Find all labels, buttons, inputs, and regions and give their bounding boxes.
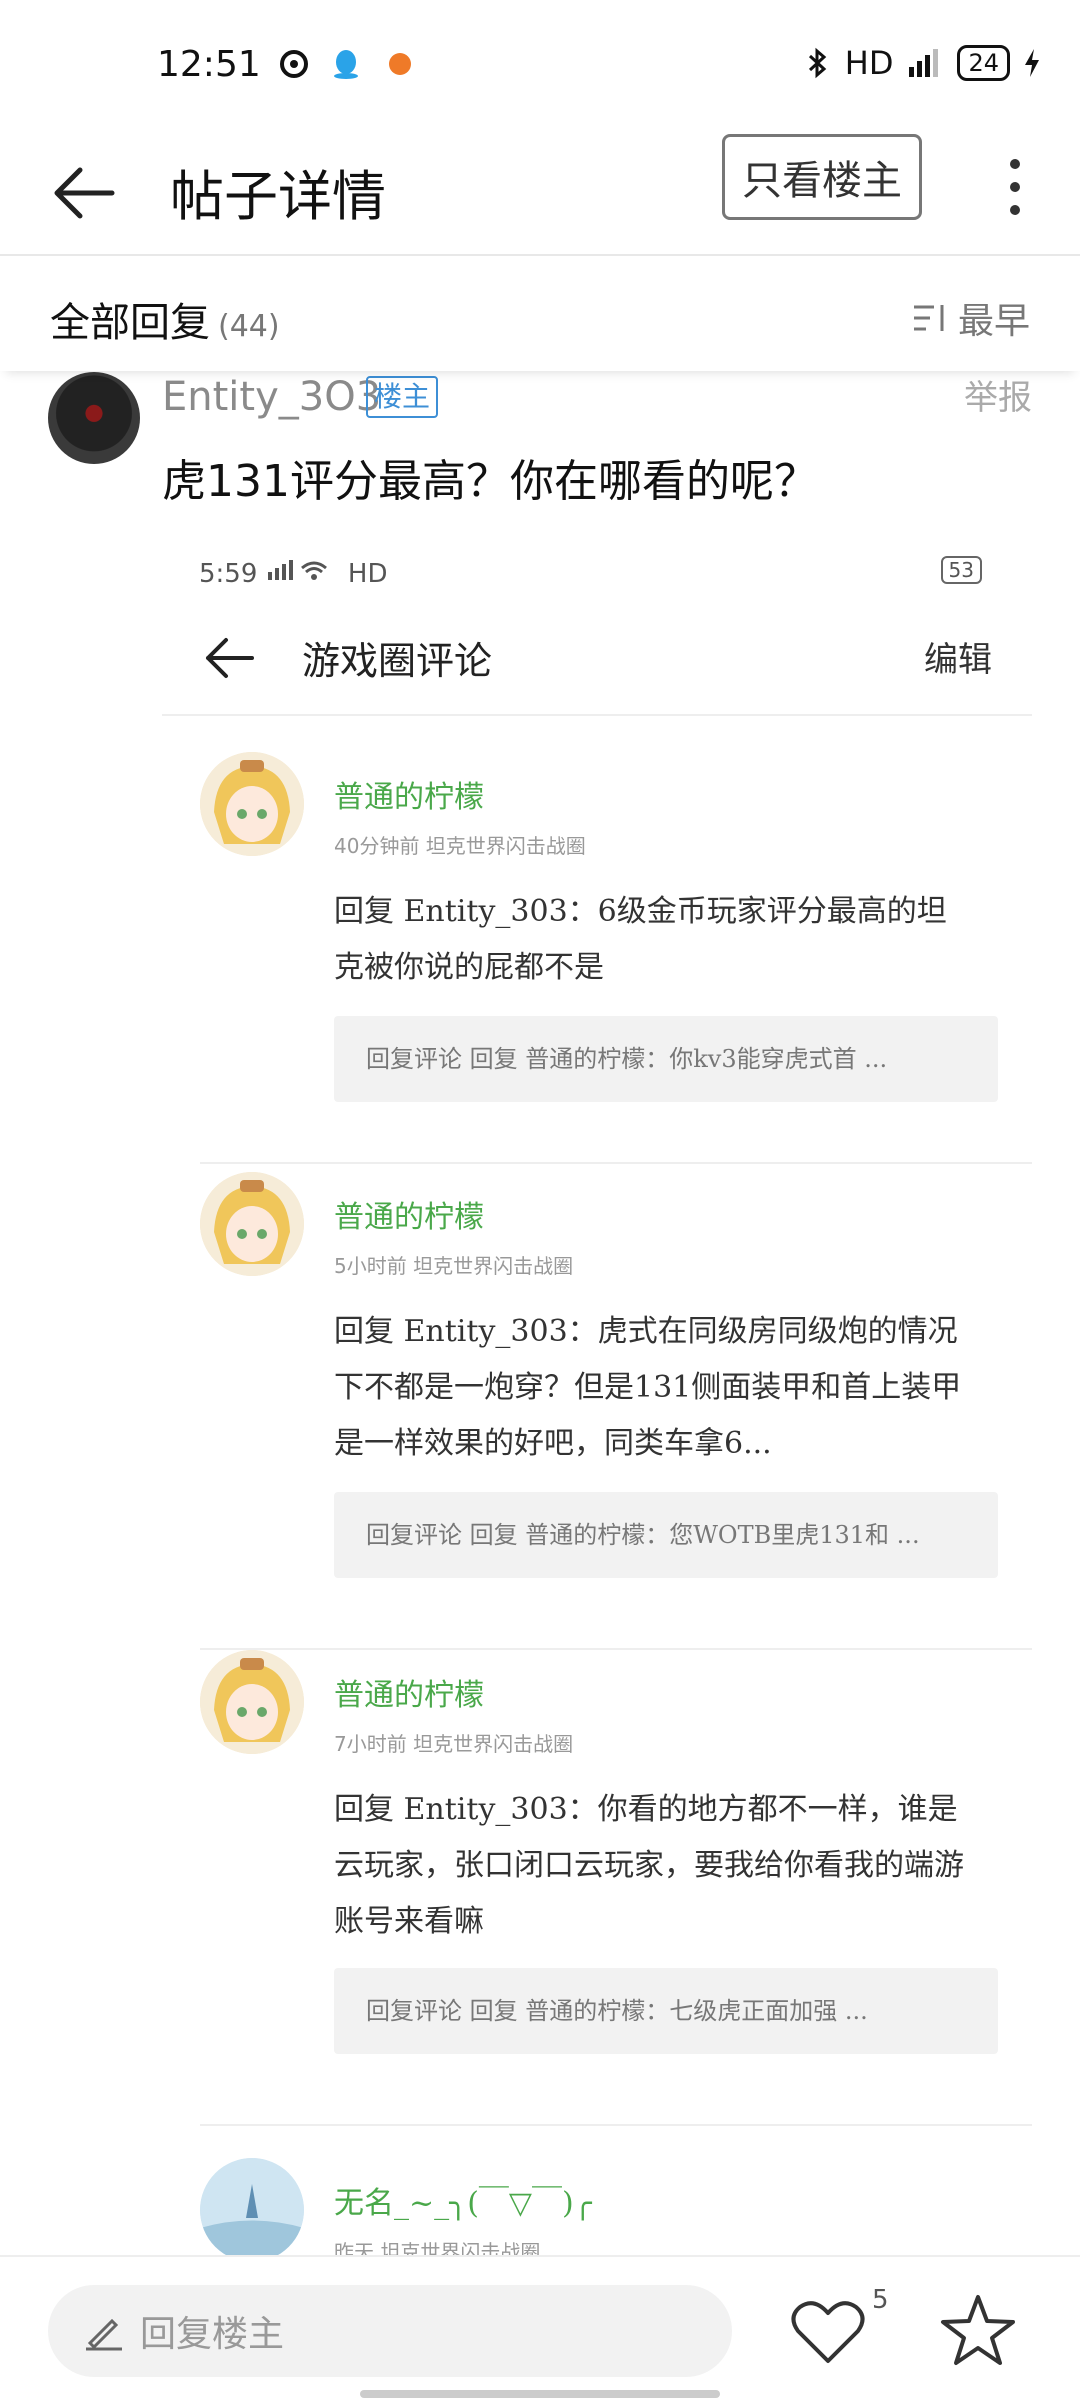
embedded-back-arrow-icon	[206, 638, 254, 678]
comment-text: 回复 Entity_303：虎式在同级房同级炮的情况下不都是一炮穿？但是131侧…	[334, 1314, 962, 1461]
anime-avatar-icon	[200, 752, 304, 856]
comment-item: 普通的柠檬 40分钟前 坦克世界闪击战圈 回复 Entity_303：6级金币玩…	[200, 752, 1032, 1172]
comment-divider	[200, 1162, 1032, 1164]
bottom-bar: 回复楼主 5	[0, 2255, 1080, 2402]
status-time: 12:51	[157, 44, 261, 85]
orange-app-icon	[389, 53, 411, 75]
embedded-battery: 53	[940, 556, 982, 584]
reply-header: 全部回复 (44) 最早	[0, 256, 1080, 371]
sort-label: 最早	[957, 301, 1030, 342]
status-bar: 12:51 HD 24	[0, 0, 1080, 130]
star-icon[interactable]	[940, 2293, 1016, 2369]
comment-reply-preview: 回复评论 回复 普通的柠檬：您WOTB里虎131和 ...	[334, 1492, 998, 1578]
page-title: 帖子详情	[170, 165, 386, 228]
reply-placeholder: 回复楼主	[140, 2314, 285, 2355]
app-notification-icon	[280, 50, 308, 78]
comment-author: 普通的柠檬	[334, 1200, 484, 1235]
like-count: 5	[872, 2285, 889, 2315]
status-indicators: HD 24	[801, 44, 1042, 82]
comment-meta: 5小时前 坦克世界闪击战圈	[334, 1254, 574, 1278]
pencil-icon	[86, 2318, 122, 2351]
signal-icon	[909, 49, 939, 77]
comment-meta: 7小时前 坦克世界闪击战圈	[334, 1732, 574, 1756]
comment-meta: 40分钟前 坦克世界闪击战圈	[334, 834, 586, 858]
comment-reply-preview: 回复评论 回复 普通的柠檬：七级虎正面加强 ...	[334, 1968, 998, 2054]
charging-icon	[1025, 49, 1039, 77]
qq-icon	[334, 50, 358, 79]
more-options-icon[interactable]	[1000, 152, 1030, 222]
owner-only-button[interactable]: 只看楼主	[722, 134, 922, 220]
all-replies-label: 全部回复 (44)	[50, 290, 280, 348]
navigation-handle[interactable]	[360, 2390, 720, 2398]
embedded-status-bar: 5:59 HD	[199, 558, 388, 589]
embedded-title: 游戏圈评论	[302, 639, 493, 683]
comment-avatar	[200, 1172, 304, 1276]
comment-avatar	[200, 1650, 304, 1754]
heart-icon[interactable]	[790, 2297, 866, 2367]
op-badge: 楼主	[366, 376, 439, 418]
battery-indicator: 24	[957, 45, 1010, 81]
embedded-divider	[162, 714, 1032, 716]
app-bar: 帖子详情 只看楼主	[0, 130, 1080, 256]
comment-reply-preview: 回复评论 回复 普通的柠檬：你kv3能穿虎式首 ...	[334, 1016, 998, 1102]
embedded-signal-wifi-icon	[267, 560, 327, 580]
report-link[interactable]: 举报	[964, 370, 1032, 419]
reply-count: (44)	[218, 309, 280, 344]
comment-text: 回复 Entity_303：6级金币玩家评分最高的坦克被你说的屁都不是	[334, 894, 947, 985]
sort-button[interactable]: 最早	[912, 292, 1030, 344]
back-arrow-icon[interactable]	[50, 158, 120, 228]
network-label: HD	[844, 44, 894, 82]
embedded-screenshot[interactable]: 5:59 HD 53 游戏圈评论 编辑 普通的柠檬 40分钟前 坦克世界闪击战圈…	[162, 530, 1032, 2260]
embedded-status-time: 5:59	[199, 559, 258, 589]
comment-divider	[200, 2124, 1032, 2126]
embedded-edit-label: 编辑	[924, 640, 992, 680]
landscape-avatar-icon	[200, 2158, 304, 2260]
comment-author: 普通的柠檬	[334, 1678, 484, 1713]
comment-text: 回复 Entity_303：你看的地方都不一样，谁是云玩家，张口闭口云玩家，要我…	[334, 1792, 964, 1939]
author-avatar[interactable]	[48, 372, 140, 464]
author-username[interactable]: Entity_3O3	[162, 374, 381, 420]
comment-avatar	[200, 752, 304, 856]
post-text: 虎131评分最高？你在哪看的呢？	[162, 456, 818, 507]
sort-icon	[913, 305, 944, 331]
comment-item: 普通的柠檬 5小时前 坦克世界闪击战圈 回复 Entity_303：虎式在同级房…	[200, 1172, 1032, 1650]
comment-avatar	[200, 2158, 304, 2260]
comment-author: 无名_~_╮(￣▽￣)╭	[334, 2186, 592, 2221]
comment-item: 无名_~_╮(￣▽￣)╭ 昨天 坦克世界闪击战圈	[200, 2158, 1030, 2260]
reply-input[interactable]: 回复楼主	[48, 2285, 732, 2377]
all-replies-text: 全部回复	[50, 300, 210, 346]
comment-author: 普通的柠檬	[334, 780, 484, 815]
embedded-status-network: HD	[347, 559, 388, 589]
comment-item: 普通的柠檬 7小时前 坦克世界闪击战圈 回复 Entity_303：你看的地方都…	[200, 1650, 1032, 2126]
anime-avatar-icon	[200, 1650, 304, 1754]
bluetooth-icon	[808, 47, 827, 79]
anime-avatar-icon	[200, 1172, 304, 1276]
